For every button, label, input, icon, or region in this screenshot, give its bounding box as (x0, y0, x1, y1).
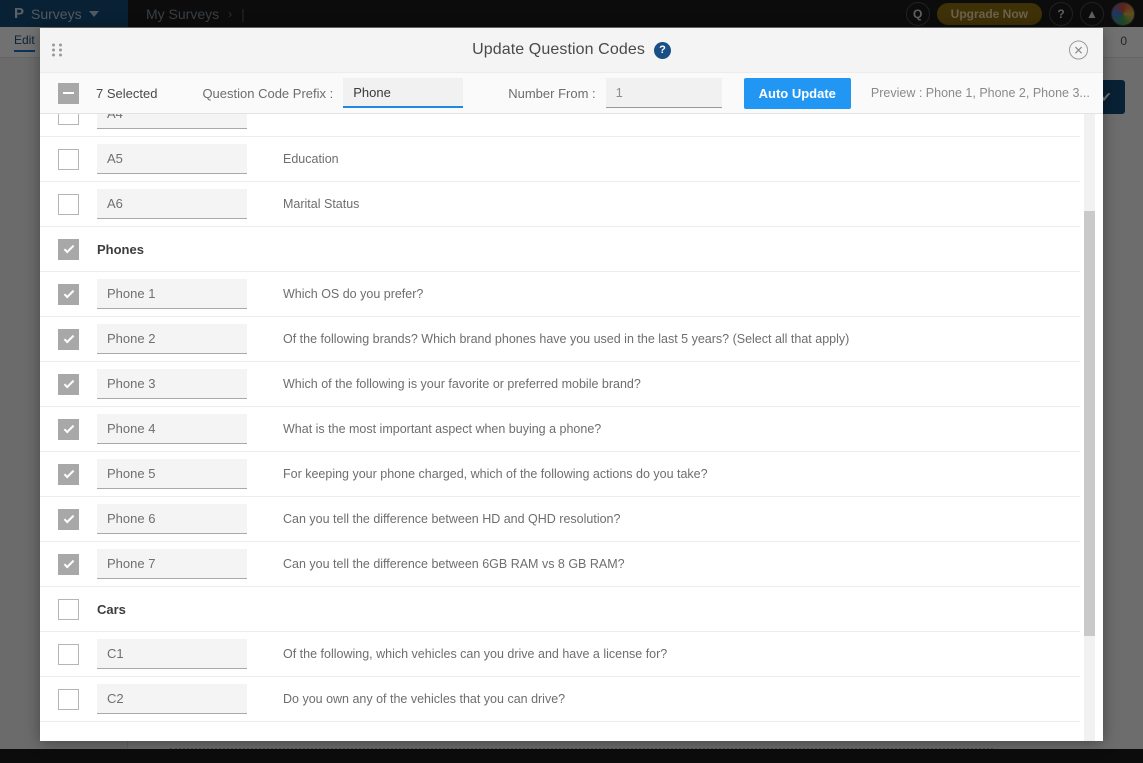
select-all-checkbox[interactable] (58, 83, 79, 104)
question-checkbox[interactable] (58, 374, 79, 395)
question-code-input[interactable] (97, 369, 247, 399)
question-checkbox[interactable] (58, 644, 79, 665)
group-checkbox[interactable] (58, 239, 79, 260)
question-text: Of the following, which vehicles can you… (283, 647, 667, 661)
question-code-input[interactable] (97, 189, 247, 219)
check-icon (63, 242, 74, 253)
question-row: Which OS do you prefer? (40, 272, 1080, 317)
number-from-label: Number From : (508, 86, 595, 101)
scrollbar-track[interactable] (1084, 114, 1095, 741)
question-checkbox[interactable] (58, 554, 79, 575)
question-text: Which OS do you prefer? (283, 287, 423, 301)
question-checkbox[interactable] (58, 689, 79, 710)
question-checkbox[interactable] (58, 194, 79, 215)
question-text: Education (283, 152, 339, 166)
question-list: Education Marital Status Phones Which OS do… (40, 114, 1103, 741)
group-label: Phones (97, 242, 144, 257)
check-icon (63, 512, 74, 523)
question-row: Which of the following is your favorite … (40, 362, 1080, 407)
drag-handle-icon[interactable] (52, 44, 64, 57)
dialog-header: Update Question Codes ? ✕ (40, 28, 1103, 72)
question-code-input[interactable] (97, 504, 247, 534)
question-group-row: Cars (40, 587, 1080, 632)
check-icon (63, 377, 74, 388)
question-code-input[interactable] (97, 459, 247, 489)
check-icon (63, 332, 74, 343)
question-row: Do you own any of the vehicles that you … (40, 677, 1080, 722)
question-code-input[interactable] (97, 114, 247, 129)
update-question-codes-dialog: Update Question Codes ? ✕ 7 Selected Que… (40, 28, 1103, 741)
check-icon (63, 467, 74, 478)
question-code-input[interactable] (97, 549, 247, 579)
question-checkbox[interactable] (58, 464, 79, 485)
bulk-edit-toolbar: 7 Selected Question Code Prefix : Number… (40, 72, 1103, 114)
question-row: Of the following brands? Which brand pho… (40, 317, 1080, 362)
question-row: Can you tell the difference between HD a… (40, 497, 1080, 542)
question-row (40, 114, 1080, 137)
selected-count-label: 7 Selected (96, 86, 157, 101)
question-text: Which of the following is your favorite … (283, 377, 641, 391)
prefix-label: Question Code Prefix : (202, 86, 333, 101)
question-checkbox[interactable] (58, 329, 79, 350)
question-checkbox[interactable] (58, 284, 79, 305)
question-checkbox[interactable] (58, 114, 79, 125)
help-icon[interactable]: ? (654, 42, 671, 59)
number-from-input[interactable] (606, 78, 722, 108)
group-checkbox[interactable] (58, 599, 79, 620)
question-row: Of the following, which vehicles can you… (40, 632, 1080, 677)
page-title: Update Question Codes (472, 41, 645, 59)
question-text: Marital Status (283, 197, 359, 211)
check-icon (63, 422, 74, 433)
question-row: What is the most important aspect when b… (40, 407, 1080, 452)
check-icon (63, 557, 74, 568)
question-text: Do you own any of the vehicles that you … (283, 692, 565, 706)
question-list-rows: Education Marital Status Phones Which OS do… (40, 114, 1080, 722)
question-checkbox[interactable] (58, 509, 79, 530)
scrollbar-thumb[interactable] (1084, 211, 1095, 636)
question-code-input[interactable] (97, 279, 247, 309)
question-checkbox[interactable] (58, 149, 79, 170)
prefix-input[interactable] (343, 78, 463, 108)
question-text: Of the following brands? Which brand pho… (283, 332, 849, 346)
question-row: Education (40, 137, 1080, 182)
group-label: Cars (97, 602, 126, 617)
question-group-row: Phones (40, 227, 1080, 272)
question-code-input[interactable] (97, 684, 247, 714)
dialog-title-group: Update Question Codes ? (472, 41, 671, 59)
question-text: Can you tell the difference between HD a… (283, 512, 620, 526)
auto-update-button[interactable]: Auto Update (744, 78, 851, 109)
question-text: For keeping your phone charged, which of… (283, 467, 708, 481)
close-icon[interactable]: ✕ (1069, 41, 1088, 60)
preview-label: Preview : Phone 1, Phone 2, Phone 3... (871, 86, 1090, 100)
question-checkbox[interactable] (58, 419, 79, 440)
question-text: What is the most important aspect when b… (283, 422, 601, 436)
question-row: Marital Status (40, 182, 1080, 227)
check-icon (63, 287, 74, 298)
question-code-input[interactable] (97, 414, 247, 444)
question-row: Can you tell the difference between 6GB … (40, 542, 1080, 587)
question-row: For keeping your phone charged, which of… (40, 452, 1080, 497)
question-text: Can you tell the difference between 6GB … (283, 557, 625, 571)
question-code-input[interactable] (97, 324, 247, 354)
question-code-input[interactable] (97, 144, 247, 174)
question-code-input[interactable] (97, 639, 247, 669)
